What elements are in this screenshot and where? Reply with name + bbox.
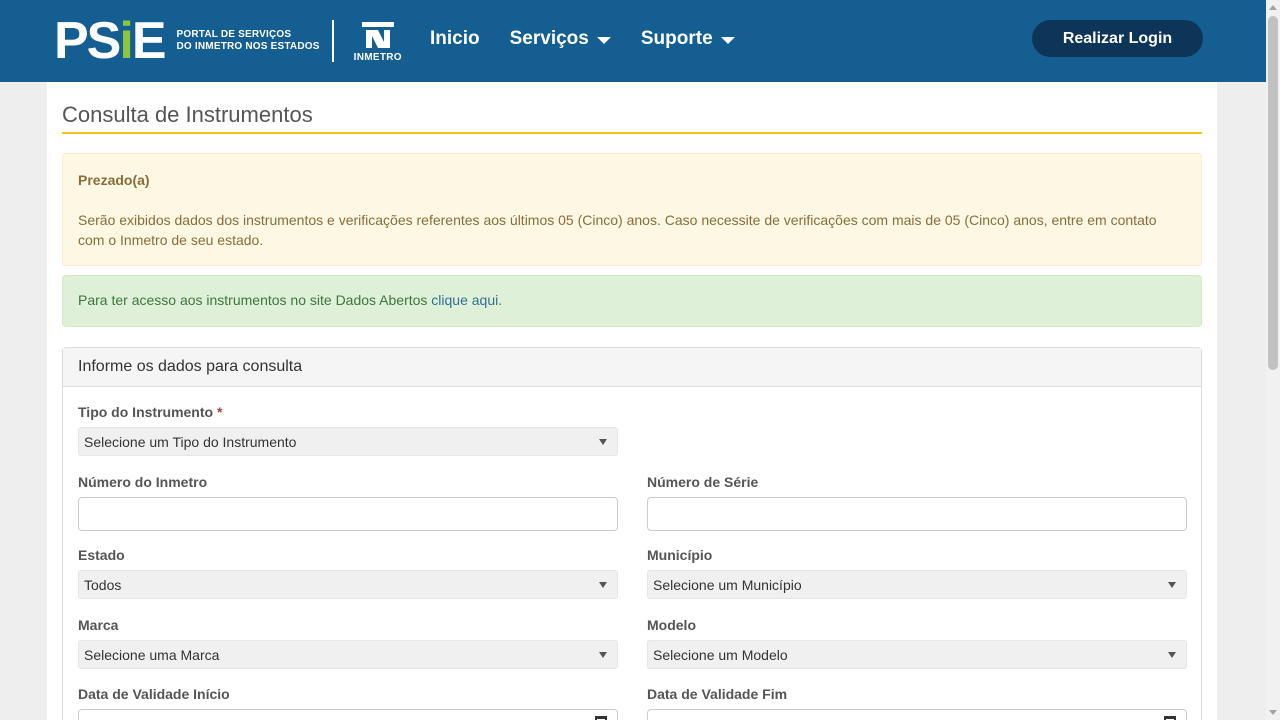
data-inicio-label: Data de Validade Início [78, 686, 230, 702]
nav-suporte-label: Suporte [640, 28, 713, 49]
inmetro-emblem-icon [361, 21, 394, 48]
marca-select[interactable]: Selecione uma Marca [78, 640, 618, 669]
chevron-down-icon [596, 36, 611, 44]
warning-alert: Prezado(a) Serão exibidos dados dos inst… [62, 153, 1202, 266]
top-navbar: PSiE PORTAL DE SERVIÇOS DO INMETRO NOS E… [0, 0, 1266, 82]
info-alert: Para ter acesso aos instrumentos no site… [62, 275, 1202, 327]
required-mark: * [216, 404, 223, 420]
calendar-icon[interactable] [595, 716, 607, 720]
inmetro-logo: INMETRO [354, 20, 402, 63]
dados-abertos-link[interactable]: clique aqui [431, 292, 498, 308]
nav-suporte[interactable]: Suporte [641, 28, 735, 50]
title-divider [62, 132, 1202, 134]
modelo-label: Modelo [647, 617, 696, 633]
psie-logo-text: PSiE [54, 12, 167, 70]
portal-line-1: PORTAL DE SERVIÇOS [176, 29, 292, 40]
portal-line-2: DO INMETRO NOS ESTADOS [176, 41, 320, 52]
marca-value: Selecione uma Marca [84, 647, 220, 663]
info-suffix: . [498, 292, 503, 308]
dropdown-arrow-icon [1168, 582, 1176, 588]
dropdown-arrow-icon [599, 582, 607, 588]
data-fim-input[interactable] [647, 709, 1187, 720]
page-title: Consulta de Instrumentos [62, 102, 313, 127]
scrollbar-thumb[interactable] [1268, 16, 1278, 370]
calendar-icon[interactable] [1164, 716, 1176, 720]
dropdown-arrow-icon [599, 439, 607, 445]
estado-select[interactable]: Todos [78, 570, 618, 599]
numero-serie-input[interactable] [647, 497, 1187, 531]
page-scrollbar[interactable] [1266, 0, 1280, 720]
warning-message: Serão exibidos dados dos instrumentos e … [78, 212, 1157, 248]
numero-inmetro-label: Número do Inmetro [78, 474, 208, 490]
nav-inicio[interactable]: Inicio [430, 28, 480, 50]
marca-label: Marca [78, 617, 119, 633]
warning-heading: Prezado(a) [78, 172, 150, 188]
tipo-instrumento-value: Selecione um Tipo do Instrumento [84, 434, 297, 450]
municipio-label: Município [647, 547, 713, 563]
inmetro-logo-label: INMETRO [353, 51, 402, 63]
tipo-instrumento-select[interactable]: Selecione um Tipo do Instrumento [78, 427, 618, 456]
tipo-instrumento-label: Tipo do Instrumento * [78, 404, 222, 420]
psie-logo[interactable]: PSiE PORTAL DE SERVIÇOS DO INMETRO NOS E… [54, 12, 402, 70]
numero-inmetro-input[interactable] [78, 497, 618, 531]
numero-serie-label: Número de Série [647, 474, 759, 490]
dropdown-arrow-icon [599, 652, 607, 658]
estado-label: Estado [78, 547, 125, 563]
logo-divider [331, 20, 334, 62]
info-text: Para ter acesso aos instrumentos no site… [78, 292, 432, 308]
data-inicio-input[interactable] [78, 709, 618, 720]
municipio-select[interactable]: Selecione um Município [647, 570, 1187, 599]
portal-subtitle: PORTAL DE SERVIÇOS DO INMETRO NOS ESTADO… [177, 29, 320, 53]
scroll-up-icon[interactable] [1269, 5, 1277, 10]
tipo-instrumento-label-text: Tipo do Instrumento [78, 404, 214, 420]
panel-title: Informe os dados para consulta [63, 348, 1201, 387]
municipio-value: Selecione um Município [653, 577, 802, 593]
scroll-down-icon[interactable] [1269, 710, 1277, 715]
nav-servicos[interactable]: Serviços [510, 28, 611, 50]
data-fim-label: Data de Validade Fim [647, 686, 788, 702]
main-nav: Inicio Serviços Suporte [430, 28, 765, 50]
main-content: Consulta de Instrumentos Prezado(a) Serã… [47, 82, 1217, 720]
modelo-select[interactable]: Selecione um Modelo [647, 640, 1187, 669]
dropdown-arrow-icon [1168, 652, 1176, 658]
estado-value: Todos [84, 577, 122, 593]
nav-servicos-label: Serviços [509, 28, 589, 49]
nav-inicio-label: Inicio [430, 28, 480, 49]
modelo-value: Selecione um Modelo [653, 647, 788, 663]
search-panel: Informe os dados para consulta Tipo do I… [62, 347, 1202, 720]
chevron-down-icon [720, 36, 735, 44]
login-button[interactable]: Realizar Login [1032, 20, 1203, 57]
